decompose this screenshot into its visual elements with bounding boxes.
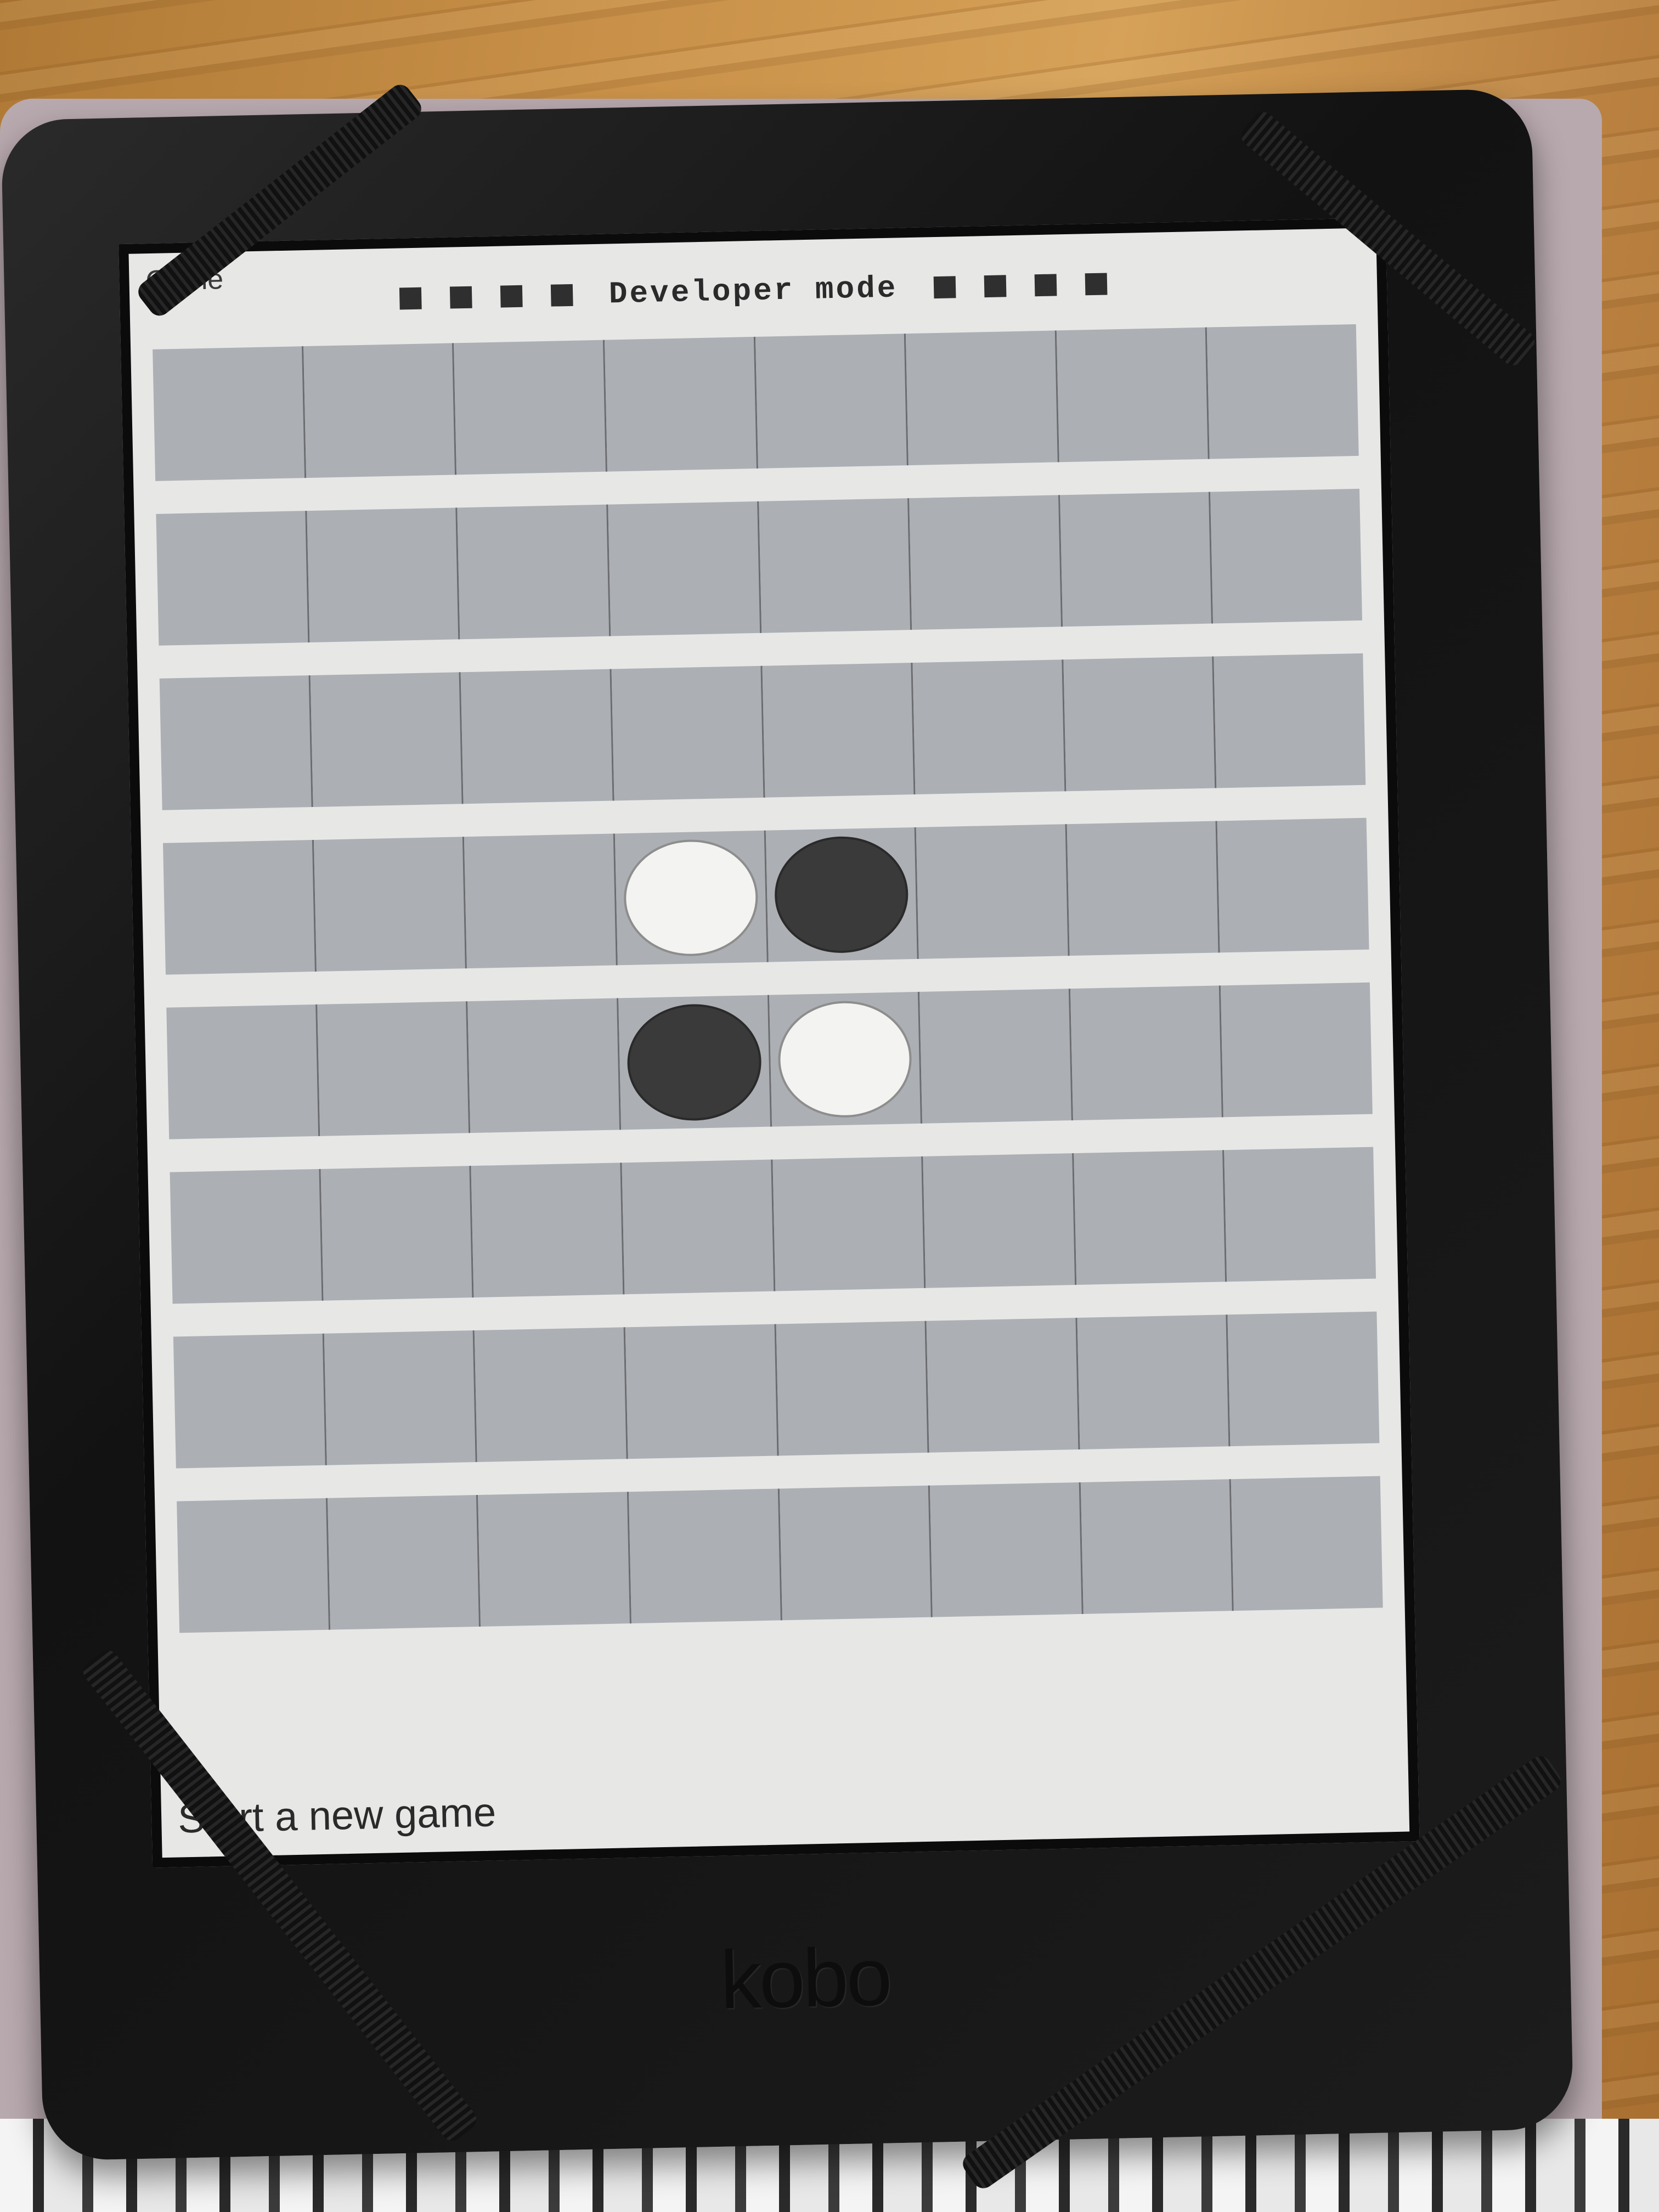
board-cell[interactable] (320, 1166, 474, 1301)
board-row (156, 488, 1362, 646)
board-cell[interactable] (324, 1330, 478, 1465)
board-cell[interactable] (460, 669, 614, 804)
board-cell[interactable] (755, 334, 909, 469)
board-cell[interactable] (1231, 1476, 1383, 1611)
board-row (173, 1311, 1380, 1469)
board-row (163, 817, 1369, 975)
game-board (153, 324, 1384, 1688)
banner-square-icon (399, 287, 422, 310)
board-cell[interactable] (905, 330, 1059, 466)
board-row (153, 324, 1359, 481)
banner-square-icon (550, 284, 573, 307)
board-cell[interactable] (454, 340, 607, 475)
board-cell[interactable] (929, 1482, 1084, 1617)
board-cell[interactable] (1217, 817, 1369, 953)
board-cell[interactable] (909, 495, 1063, 630)
board-cell[interactable] (1070, 985, 1224, 1121)
board-cell[interactable] (1056, 327, 1210, 462)
board-cell[interactable] (317, 1001, 471, 1136)
banner-square-icon (1085, 273, 1108, 296)
board-cell[interactable] (1073, 1150, 1227, 1285)
board-cell[interactable] (327, 1494, 481, 1630)
board-row (159, 653, 1366, 810)
board-cell[interactable] (166, 1004, 320, 1139)
black-disc (773, 835, 910, 955)
board-cell[interactable] (313, 837, 467, 972)
board-cell[interactable] (608, 501, 761, 636)
banner-square-icon (933, 276, 956, 299)
board-cell[interactable] (153, 346, 306, 481)
black-disc (626, 1003, 763, 1122)
board-cell[interactable] (761, 663, 916, 798)
board-cell[interactable] (310, 672, 464, 807)
board-cell[interactable] (163, 839, 317, 975)
board-cell[interactable] (303, 343, 457, 478)
board-cell[interactable] (916, 824, 1070, 959)
board-cell[interactable] (156, 511, 310, 646)
board-cell[interactable] (614, 830, 769, 966)
board-cell[interactable] (1080, 1479, 1234, 1614)
board-cell[interactable] (604, 336, 758, 472)
board-cell[interactable] (765, 827, 919, 962)
board-cell[interactable] (618, 995, 772, 1130)
board-cell[interactable] (1210, 488, 1362, 624)
board-cell[interactable] (926, 1318, 1080, 1453)
board-cell[interactable] (628, 1488, 782, 1624)
board-cell[interactable] (1221, 982, 1373, 1118)
board-cell[interactable] (159, 675, 313, 810)
board-cell[interactable] (769, 991, 923, 1127)
board-cell[interactable] (467, 998, 622, 1133)
board-cell[interactable] (464, 833, 618, 969)
board-cell[interactable] (611, 665, 765, 801)
board-cell[interactable] (1207, 324, 1359, 459)
board-row (166, 982, 1373, 1139)
developer-mode-banner: Developer mode (129, 261, 1378, 322)
banner-square-icon (500, 285, 523, 308)
board-cell[interactable] (1059, 492, 1214, 627)
board-cell[interactable] (622, 1159, 775, 1295)
board-cell[interactable] (170, 1169, 324, 1304)
board-cell[interactable] (779, 1485, 933, 1621)
board-cell[interactable] (471, 1163, 625, 1298)
board-cell[interactable] (758, 498, 912, 633)
board-cell[interactable] (912, 659, 1066, 794)
board-cell[interactable] (1063, 656, 1217, 792)
board-cell[interactable] (1077, 1314, 1231, 1449)
banner-square-icon (1034, 274, 1057, 297)
board-cell[interactable] (772, 1156, 926, 1291)
board-cell[interactable] (478, 1492, 631, 1627)
board-cell[interactable] (776, 1321, 929, 1456)
board-cell[interactable] (1214, 653, 1366, 788)
board-cell[interactable] (457, 504, 611, 640)
developer-mode-label: Developer mode (608, 270, 899, 312)
board-cell[interactable] (1227, 1311, 1380, 1447)
board-row (177, 1476, 1383, 1633)
board-cell[interactable] (177, 1498, 330, 1633)
white-disc (622, 838, 759, 958)
board-cell[interactable] (307, 507, 460, 643)
board-cell[interactable] (1224, 1147, 1376, 1282)
board-row (170, 1147, 1376, 1304)
board-cell[interactable] (1066, 821, 1220, 956)
board-cell[interactable] (173, 1333, 327, 1469)
board-cell[interactable] (625, 1324, 779, 1459)
board-cell[interactable] (919, 989, 1073, 1124)
banner-square-icon (984, 275, 1007, 298)
white-disc (776, 1000, 913, 1119)
board-cell[interactable] (474, 1327, 628, 1462)
ereader-screen: Game Developer mode Start a new game (119, 217, 1420, 1868)
banner-square-icon (449, 286, 472, 309)
board-cell[interactable] (923, 1153, 1076, 1288)
